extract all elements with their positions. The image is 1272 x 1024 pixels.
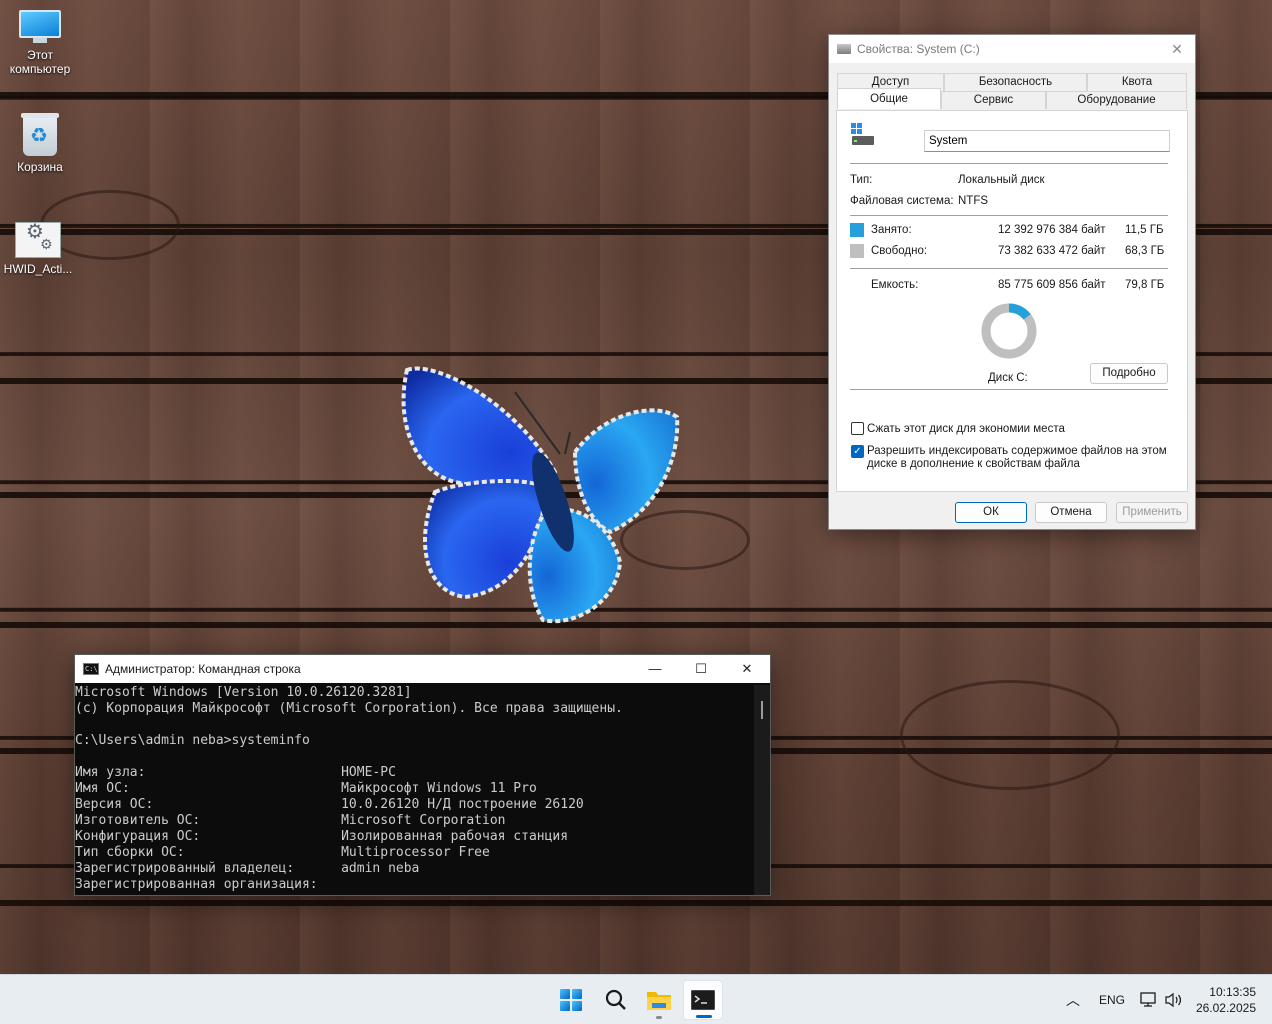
cmd-line: Зарегистрированный владелец: admin neba [75, 861, 420, 876]
used-gb: 11,5 ГБ [1125, 224, 1164, 236]
local-disk-icon [851, 123, 874, 145]
tab-hardware[interactable]: Оборудование [1046, 91, 1187, 109]
desktop-icon-label: Корзина [17, 160, 63, 174]
close-icon[interactable]: ✕ [1167, 39, 1187, 59]
tab-quota[interactable]: Квота [1087, 73, 1187, 91]
taskbar: ︿ ENG 10:13:35 26.02.2025 [0, 974, 1272, 1024]
clock-date: 26.02.2025 [1195, 1001, 1256, 1015]
used-space-swatch [850, 223, 864, 237]
type-label: Тип: [850, 174, 873, 186]
cmd-scrollbar[interactable] [754, 685, 770, 895]
details-button[interactable]: Подробно [1090, 363, 1168, 384]
tab-general[interactable]: Общие [837, 88, 941, 109]
cmd-line: Конфигурация ОС: Изолированная рабочая с… [75, 829, 569, 844]
index-label-line1: Разрешить индексировать содержимое файло… [867, 445, 1167, 457]
show-hidden-icons-button[interactable]: ︿ [1066, 975, 1080, 1024]
settings-file-icon: ⚙ ⚙ [15, 222, 61, 258]
free-gb: 68,3 ГБ [1125, 245, 1165, 257]
used-bytes: 12 392 976 384 байт [998, 224, 1106, 236]
close-icon[interactable]: ✕ [724, 655, 770, 683]
search-button[interactable] [596, 980, 636, 1020]
ok-button[interactable]: ОК [955, 502, 1027, 523]
tab-security[interactable]: Безопасность [944, 73, 1087, 91]
clock-time: 10:13:35 [1209, 985, 1256, 999]
chevron-up-icon: ︿ [1066, 992, 1080, 1008]
cmd-title: Администратор: Командная строка [105, 662, 301, 676]
cancel-button[interactable]: Отмена [1035, 502, 1107, 523]
cmd-line: Зарегистрированная организация: [75, 877, 318, 892]
index-label-line2: диске в дополнение к свойствам файла [867, 458, 1080, 470]
file-explorer-button[interactable] [639, 980, 679, 1020]
file-explorer-icon [647, 992, 671, 1010]
free-space-swatch [850, 244, 864, 258]
desktop-icon-recycle-bin[interactable]: ♻ Корзина [0, 113, 80, 174]
cmd-line: Имя ОС: Майкрософт Windows 11 Pro [75, 781, 537, 796]
cmd-line: Имя узла: HOME-PC [75, 765, 396, 780]
cmd-line: Microsoft Windows [Version 10.0.26120.32… [75, 685, 412, 700]
type-value: Локальный диск [958, 174, 1045, 186]
volume-button[interactable] [1164, 975, 1184, 1024]
start-button[interactable] [551, 980, 591, 1020]
network-icon [1140, 992, 1156, 1007]
capacity-gb: 79,8 ГБ [1125, 279, 1165, 291]
free-label: Свободно: [871, 245, 928, 257]
drive-icon [837, 44, 851, 54]
filesystem-label: Файловая система: [850, 195, 954, 207]
cmd-line: Тип сборки ОС: Multiprocessor Free [75, 845, 490, 860]
dialog-titlebar[interactable]: Свойства: System (C:) [829, 35, 1195, 63]
search-icon [605, 989, 626, 1010]
tab-service[interactable]: Сервис [941, 91, 1046, 109]
cmd-line: (c) Корпорация Майкрософт (Microsoft Cor… [75, 701, 623, 716]
disk-label: Диск C: [988, 372, 1028, 384]
free-bytes: 73 382 633 472 байт [998, 245, 1106, 257]
desktop-icon-label: Этот компьютер [9, 48, 71, 76]
cmd-line: Изготовитель ОС: Microsoft Corporation [75, 813, 506, 828]
maximize-icon[interactable]: ☐ [678, 655, 724, 683]
start-icon [560, 989, 582, 1011]
volume-icon [1165, 992, 1182, 1008]
filesystem-value: NTFS [958, 195, 989, 207]
cmd-output[interactable]: Microsoft Windows [Version 10.0.26120.32… [75, 685, 755, 895]
minimize-icon[interactable]: — [632, 655, 678, 683]
butterfly-wallpaper [401, 366, 680, 624]
tab-strip: Доступ Безопасность Квота Общие Сервис О… [837, 73, 1187, 109]
recycle-bin-icon: ♻ [21, 113, 59, 156]
cmd-line [75, 717, 755, 733]
compress-label: Сжать этот диск для экономии места [867, 423, 1065, 435]
apply-button[interactable]: Применить [1116, 502, 1188, 523]
properties-dialog: Свойства: System (C:) ✕ Доступ Безопасно… [828, 34, 1196, 530]
general-pane: Тип: Локальный диск Файловая система: NT… [836, 110, 1188, 492]
desktop-icon-this-pc[interactable]: Этот компьютер [0, 10, 80, 76]
cmd-line: C:\Users\admin neba>systeminfo [75, 733, 310, 748]
terminal-icon [691, 990, 715, 1010]
cmd-line: Версия ОС: 10.0.26120 Н/Д построение 261… [75, 797, 584, 812]
index-checkbox[interactable]: ✓ [851, 445, 864, 458]
this-pc-icon [19, 10, 61, 44]
language-indicator[interactable]: ENG [1099, 975, 1125, 1024]
capacity-bytes: 85 775 609 856 байт [998, 279, 1106, 291]
cmd-window: C:\ Администратор: Командная строка — ☐ … [74, 654, 771, 896]
dialog-title: Свойства: System (C:) [857, 42, 980, 56]
volume-name-input[interactable] [924, 130, 1170, 152]
clock[interactable]: 10:13:35 26.02.2025 [1196, 984, 1256, 1016]
disk-usage-donut [981, 303, 1037, 359]
desktop-icon-label: HWID_Acti... [3, 262, 73, 276]
compress-checkbox[interactable] [851, 422, 864, 435]
cmd-line [75, 749, 755, 765]
terminal-button[interactable] [683, 980, 723, 1020]
used-label: Занято: [871, 224, 912, 236]
capacity-label: Емкость: [871, 279, 919, 291]
desktop-icon-hwid[interactable]: ⚙ ⚙ HWID_Acti... [0, 222, 78, 276]
network-button[interactable] [1140, 975, 1158, 1024]
cmd-icon: C:\ [83, 663, 99, 675]
